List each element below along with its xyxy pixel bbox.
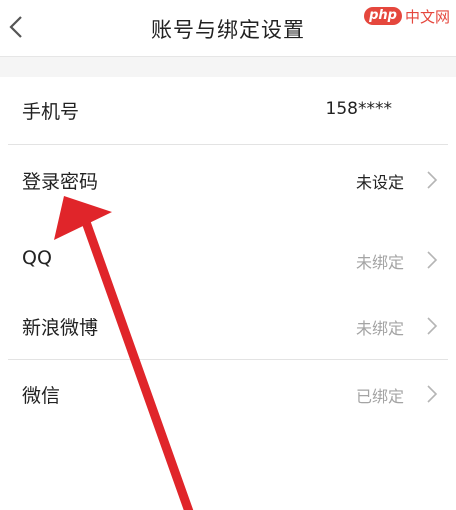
weibo-row[interactable]: 新浪微博 未绑定: [0, 293, 456, 359]
watermark-php: php: [364, 7, 402, 25]
login-password-label: 登录密码: [22, 171, 99, 193]
chevron-right-icon: [427, 385, 438, 403]
watermark-text: 中文网: [404, 7, 450, 26]
login-password-value: 未设定: [355, 173, 404, 192]
divider: [8, 359, 448, 360]
login-password-row[interactable]: 登录密码 未设定: [0, 147, 456, 213]
qq-value: 未绑定: [355, 253, 404, 272]
phone-label: 手机号: [22, 101, 80, 123]
chevron-right-icon: [427, 251, 438, 269]
settings-list: 手机号 158**** 登录密码 未设定 QQ 未绑定 新浪微博 未绑定 微信 …: [0, 77, 456, 510]
chevron-right-icon: [427, 171, 438, 189]
divider: [8, 144, 448, 145]
chevron-right-icon: [427, 317, 438, 335]
wechat-label: 微信: [22, 385, 61, 407]
weibo-label: 新浪微博: [22, 317, 99, 339]
weibo-value: 未绑定: [355, 319, 404, 338]
top-bar: 账号与绑定设置 php 中文网: [0, 0, 456, 57]
wechat-row[interactable]: 微信 已绑定: [0, 361, 456, 427]
phone-row[interactable]: 手机号 158****: [0, 77, 456, 143]
wechat-value: 已绑定: [355, 387, 404, 406]
watermark-logo: php 中文网: [364, 4, 450, 28]
phone-value: 158****: [325, 99, 392, 119]
section-gap: [0, 57, 456, 77]
qq-row[interactable]: QQ 未绑定: [0, 227, 456, 293]
qq-label: QQ: [22, 247, 52, 269]
